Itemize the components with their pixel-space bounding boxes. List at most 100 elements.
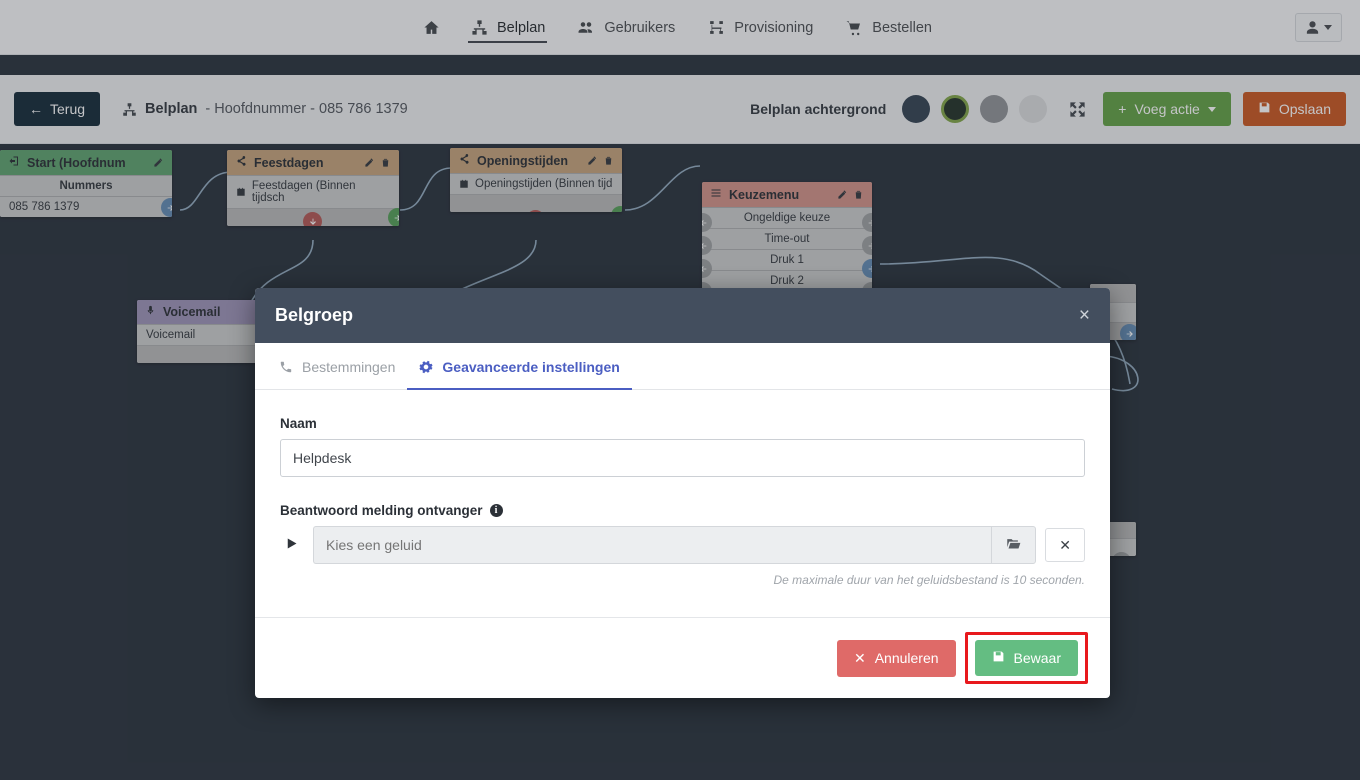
node-row: Openingstijden (Binnen tijd [450, 173, 622, 194]
chevron-down-icon [1207, 106, 1216, 112]
sound-label-text: Beantwoord melding ontvanger [280, 503, 483, 518]
node-tools[interactable] [364, 157, 391, 168]
node-tools[interactable] [587, 155, 614, 166]
node-row: Feestdagen (Binnen tijdsch [227, 175, 399, 208]
node-header: Start (Hoofdnum [0, 150, 172, 175]
chevron-down-icon [1324, 24, 1332, 30]
floppy-icon [992, 650, 1005, 666]
node-start[interactable]: Start (Hoofdnum Nummers 085 786 1379 [0, 150, 172, 217]
sound-input-group [313, 526, 1037, 564]
share-icon [458, 153, 470, 168]
users-icon [577, 19, 595, 37]
microphone-icon [145, 305, 156, 319]
add-action-label: Voeg actie [1134, 101, 1200, 117]
sound-picker-row: ✕ [280, 526, 1085, 564]
plus-icon: + [1118, 101, 1127, 117]
node-row: Druk 1 [702, 249, 872, 270]
share-icon [235, 155, 247, 170]
edit-icon [154, 158, 163, 167]
save-button[interactable]: Bewaar [974, 640, 1078, 676]
nav-item-gebruikers[interactable]: Gebruikers [561, 0, 691, 55]
nav-item-label: Belplan [497, 19, 546, 36]
times-icon: ✕ [1059, 537, 1071, 553]
user-icon [1306, 20, 1319, 34]
tab-bestemmingen[interactable]: Bestemmingen [267, 343, 407, 389]
cancel-button-label: Annuleren [874, 650, 939, 666]
info-icon[interactable]: i [489, 504, 503, 517]
expand-arrows-icon[interactable] [1068, 100, 1087, 119]
sound-input[interactable] [313, 526, 992, 564]
node-row-label: Openingstijden (Binnen tijd [475, 178, 613, 190]
node-row: Time-out [702, 228, 872, 249]
back-button-label: Terug [50, 101, 86, 117]
belplan-toolbar: ← Terug Belplan - Hoofdnummer - 085 786 … [0, 75, 1360, 144]
nav-item-home[interactable] [408, 0, 454, 55]
nav-item-bestellen[interactable]: Bestellen [829, 0, 948, 55]
node-row: Ongeldige keuze [702, 207, 872, 228]
node-keuzemenu[interactable]: Keuzemenu Ongeldige keuze Time-out Druk … [702, 182, 872, 291]
background-swatch-2[interactable] [941, 95, 970, 123]
modal-body: Naam Beantwoord melding ontvanger i [255, 390, 1110, 617]
modal-tabs: Bestemmingen Geavanceerde instellingen [255, 343, 1110, 390]
nav-items: Belplan Gebruikers Provisioning Bestelle… [408, 0, 948, 54]
edit-icon [588, 156, 597, 165]
node-title: Voicemail [163, 305, 221, 319]
close-icon[interactable]: × [1079, 306, 1090, 325]
browse-sound-button[interactable] [991, 526, 1037, 564]
clear-sound-button[interactable]: ✕ [1045, 528, 1085, 562]
home-icon [422, 19, 440, 37]
nav-item-provisioning[interactable]: Provisioning [691, 0, 829, 55]
node-tools[interactable] [153, 157, 164, 168]
arrow-left-icon: ← [29, 101, 43, 117]
background-label: Belplan achtergrond [750, 101, 887, 117]
sign-in-icon [8, 155, 20, 170]
provisioning-icon [707, 19, 725, 37]
tab-geavanceerde-instellingen[interactable]: Geavanceerde instellingen [407, 343, 633, 390]
background-swatch-1[interactable] [902, 95, 931, 123]
cart-icon [845, 19, 863, 37]
background-swatch-3[interactable] [980, 95, 1009, 123]
tab-label: Bestemmingen [302, 359, 396, 375]
node-row-label: Feestdagen (Binnen tijdsch [251, 180, 356, 204]
cancel-button[interactable]: ✕ Annuleren [836, 639, 956, 677]
sound-hint: De maximale duur van het geluidsbestand … [773, 573, 1085, 587]
nav-item-label: Gebruikers [604, 19, 676, 36]
node-row: Nummers [0, 175, 172, 196]
background-swatch-4[interactable] [1019, 95, 1048, 123]
breadcrumb-rest: - Hoofdnummer - 085 786 1379 [205, 101, 408, 117]
play-button[interactable] [280, 536, 313, 554]
save-button-label: Bewaar [1013, 650, 1061, 666]
name-input[interactable] [280, 439, 1085, 477]
save-belplan-button[interactable]: Opslaan [1242, 92, 1346, 126]
background-picker-group: Belplan achtergrond + Voeg actie Opslaan [750, 92, 1346, 126]
add-action-button[interactable]: + Voeg actie [1103, 92, 1231, 126]
nav-item-belplan[interactable]: Belplan [454, 0, 561, 55]
node-title: Openingstijden [477, 153, 568, 168]
node-header: Feestdagen [227, 150, 399, 175]
node-title: Keuzemenu [729, 187, 800, 202]
node-feestdagen[interactable]: Feestdagen Feestdagen (Binnen tijdsch [227, 150, 399, 226]
node-title: Start (Hoofdnum [27, 155, 126, 170]
node-output-port-fail[interactable] [303, 212, 322, 226]
save-button-highlight: Bewaar [964, 632, 1088, 684]
trash-icon [382, 158, 389, 167]
edit-icon [838, 190, 847, 199]
nav-right [1295, 0, 1360, 54]
user-menu-button[interactable] [1295, 12, 1342, 42]
phone-icon [280, 361, 292, 373]
page-root: Belplan Gebruikers Provisioning Bestelle… [0, 0, 1360, 780]
node-openingstijden[interactable]: Openingstijden Openingstijden (Binnen ti… [450, 148, 622, 212]
times-icon: ✕ [853, 649, 866, 666]
calendar-icon [237, 187, 245, 196]
save-belplan-label: Opslaan [1278, 101, 1331, 117]
tab-label: Geavanceerde instellingen [442, 359, 620, 375]
back-button[interactable]: ← Terug [14, 92, 101, 126]
node-tools[interactable] [837, 189, 864, 200]
sitemap-icon [470, 19, 488, 37]
node-header: Keuzemenu [702, 182, 872, 207]
node-output-port-ok[interactable] [388, 208, 399, 226]
edit-icon [365, 158, 374, 167]
modal-title: Belgroep [275, 305, 354, 325]
hidden-node-port[interactable] [1120, 324, 1136, 340]
gear-icon [419, 360, 433, 374]
